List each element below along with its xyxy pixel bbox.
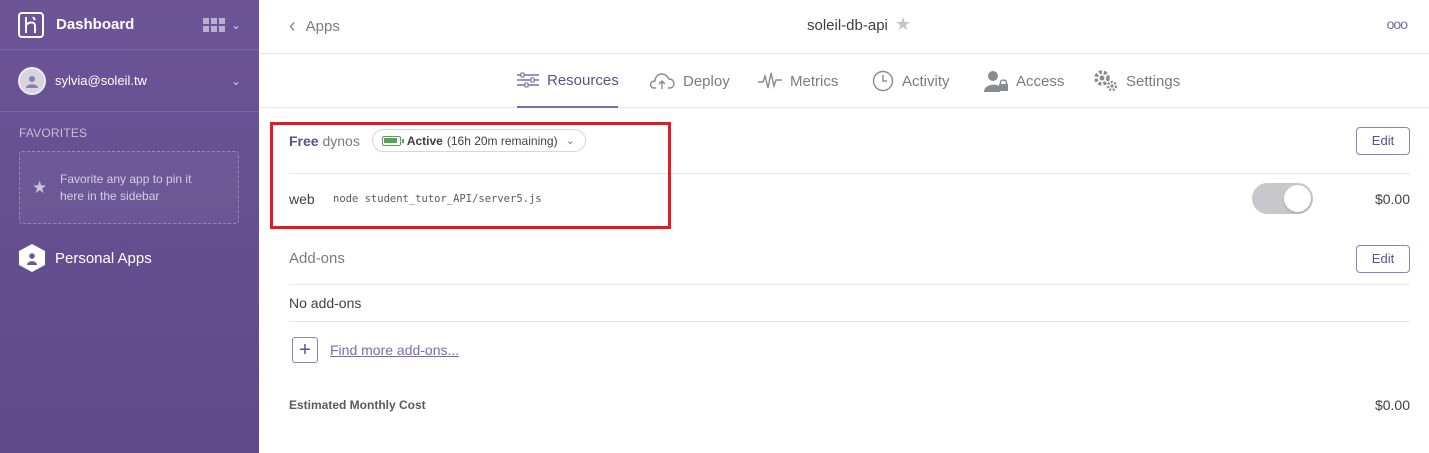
star-icon: ★ xyxy=(32,177,48,197)
clock-icon xyxy=(872,70,894,92)
dyno-status-dropdown[interactable]: Active (16h 20m remaining) ⌄ xyxy=(371,129,586,152)
process-command: node student_tutor_API/server5.js xyxy=(333,193,542,205)
account-menu[interactable]: sylvia@soleil.tw ⌄ xyxy=(0,50,259,112)
tab-label: Access xyxy=(1016,72,1065,90)
sidebar-item-personal-apps[interactable]: Personal Apps xyxy=(0,224,259,292)
chevron-down-icon: ⌄ xyxy=(565,135,575,147)
tab-resources[interactable]: Resources xyxy=(517,54,619,108)
tab-deploy[interactable]: Deploy xyxy=(649,54,730,108)
dashboard-title[interactable]: Dashboard xyxy=(56,16,203,33)
chevron-down-icon[interactable]: ⌄ xyxy=(231,18,241,32)
tab-label: Deploy xyxy=(683,72,730,90)
battery-icon xyxy=(381,135,404,146)
sidebar-item-label: Personal Apps xyxy=(55,249,152,267)
favorites-hint: Favorite any app to pin it here in the s… xyxy=(60,171,192,203)
sliders-icon xyxy=(517,72,539,88)
dynos-header: Free dynos Active (16h 20m remaining) ⌄ … xyxy=(289,108,1410,174)
addons-header: Add-ons Edit xyxy=(289,233,1410,285)
sidebar-header: Dashboard ⌄ xyxy=(0,0,259,50)
edit-dynos-button[interactable]: Edit xyxy=(1356,126,1410,155)
estimated-cost-value: $0.00 xyxy=(1374,397,1410,413)
find-addons-row[interactable]: + Find more add-ons... xyxy=(292,337,459,363)
dyno-plan: Free xyxy=(289,132,319,149)
process-type: web xyxy=(289,191,315,207)
app-header: ‹ Apps soleil-db-api ★ ooo xyxy=(259,0,1429,54)
tab-activity[interactable]: Activity xyxy=(872,54,950,108)
tab-label: Resources xyxy=(547,71,619,89)
tab-label: Activity xyxy=(902,72,950,90)
app-tabs: Resources Deploy Metrics Activity Access xyxy=(259,54,1429,108)
dynos-title: Free dynos xyxy=(289,133,360,149)
tab-label: Settings xyxy=(1126,72,1181,90)
favorites-dropzone: ★ Favorite any app to pin it here in the… xyxy=(19,151,239,224)
pulse-icon xyxy=(758,72,782,90)
back-label: Apps xyxy=(305,17,340,35)
status-active: Active xyxy=(406,133,443,148)
heroku-logo-icon[interactable] xyxy=(18,11,44,38)
gears-icon xyxy=(1094,70,1118,92)
resources-content: Free dynos Active (16h 20m remaining) ⌄ … xyxy=(289,108,1410,413)
find-addons-link[interactable]: Find more add-ons... xyxy=(330,342,459,358)
tab-settings[interactable]: Settings xyxy=(1094,54,1180,108)
user-hexagon-icon xyxy=(19,244,45,272)
tab-access[interactable]: Access xyxy=(984,54,1064,108)
tab-label: Metrics xyxy=(790,72,839,90)
user-lock-icon xyxy=(984,70,1008,92)
app-switcher-icon[interactable] xyxy=(202,17,225,32)
estimated-cost-row: Estimated Monthly Cost $0.00 xyxy=(289,393,1410,417)
estimated-cost-label: Estimated Monthly Cost xyxy=(289,398,426,412)
app-name: soleil-db-api xyxy=(807,17,888,34)
dyno-process-row: web node student_tutor_API/server5.js $0… xyxy=(289,174,1410,224)
chevron-down-icon[interactable]: ⌄ xyxy=(231,74,241,88)
plus-icon[interactable]: + xyxy=(292,337,318,363)
chevron-left-icon: ‹ xyxy=(289,15,296,37)
more-options-icon[interactable]: ooo xyxy=(1387,16,1408,32)
status-remaining: (16h 20m remaining) xyxy=(446,133,558,148)
sidebar: Dashboard ⌄ sylvia@soleil.tw ⌄ FAVORITES… xyxy=(0,0,259,453)
addons-empty: No add-ons xyxy=(289,285,1410,322)
cloud-upload-icon xyxy=(649,72,675,90)
avatar xyxy=(18,66,46,95)
tab-metrics[interactable]: Metrics xyxy=(758,54,838,108)
dyno-cost: $0.00 xyxy=(1374,191,1410,207)
dyno-toggle[interactable] xyxy=(1252,183,1313,214)
favorite-star-icon[interactable]: ★ xyxy=(895,14,911,35)
main-panel: ‹ Apps soleil-db-api ★ ooo Resources Dep… xyxy=(259,0,1429,453)
toggle-knob[interactable] xyxy=(1284,185,1311,212)
edit-addons-button[interactable]: Edit xyxy=(1356,244,1410,273)
user-email: sylvia@soleil.tw xyxy=(55,73,147,88)
favorites-heading: FAVORITES xyxy=(19,126,88,140)
dynos-label: dynos xyxy=(322,132,360,149)
back-to-apps-link[interactable]: ‹ Apps xyxy=(289,16,340,36)
addons-title: Add-ons xyxy=(289,250,345,267)
